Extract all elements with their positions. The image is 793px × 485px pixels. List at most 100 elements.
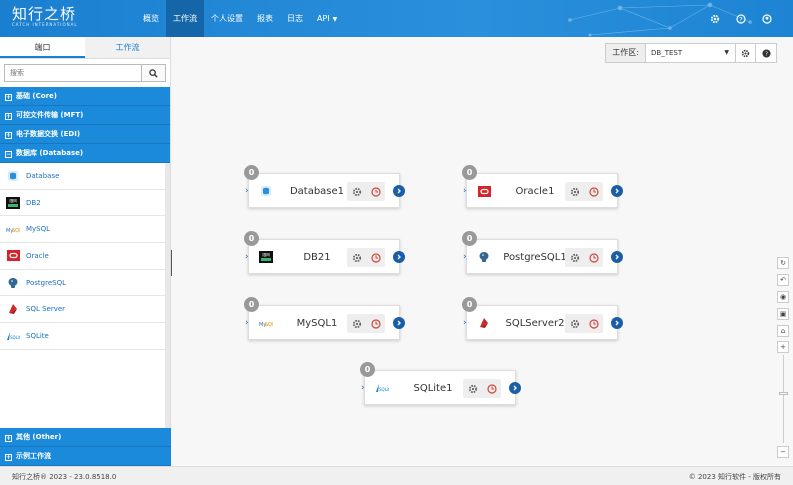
port-item-database[interactable]: Database — [0, 163, 170, 190]
output-arrow-icon[interactable] — [393, 317, 405, 329]
output-arrow-icon[interactable] — [611, 251, 623, 263]
caret-down-icon: ▼ — [332, 16, 338, 23]
group-other[interactable]: + 其他 (Other) — [0, 428, 171, 447]
output-arrow-icon[interactable] — [393, 185, 405, 197]
group-other-label: 其他 (Other) — [16, 433, 62, 441]
group-sample-workflows[interactable]: + 示例工作流 — [0, 447, 171, 466]
port-item-db2[interactable]: IBM DB2 — [0, 190, 170, 217]
workspace-help-button[interactable]: ? — [756, 44, 776, 62]
workflow-node-oracle1[interactable]: 0 › Oracle1 — [462, 165, 623, 208]
gear-icon[interactable] — [570, 319, 580, 329]
logo[interactable]: 知行之桥 CATCH INTERNATIONAL — [12, 4, 78, 27]
collapse-icon: − — [5, 151, 12, 158]
output-arrow-icon[interactable] — [509, 382, 521, 394]
svg-text:IBM: IBM — [9, 198, 17, 203]
group-edi[interactable]: + 电子数据交换 (EDI) — [0, 125, 170, 144]
port-item-postgresql[interactable]: PostgreSQL — [0, 270, 170, 297]
port-item-label: SQL Server — [26, 305, 66, 314]
input-arrow-icon[interactable]: › — [245, 186, 254, 196]
workflow-node-postgresql1[interactable]: 0 › PostgreSQL1 — [462, 231, 623, 274]
gear-icon[interactable] — [352, 253, 362, 263]
logo-subtext: CATCH INTERNATIONAL — [12, 22, 78, 27]
zoom-out-icon[interactable]: − — [777, 446, 789, 458]
output-arrow-icon[interactable] — [611, 317, 623, 329]
gear-icon[interactable] — [570, 187, 580, 197]
port-item-sqlserver[interactable]: SQL Server — [0, 296, 170, 324]
node-actions — [565, 182, 603, 201]
node-title: SQLite1 — [413, 383, 453, 394]
input-arrow-icon[interactable]: › — [361, 383, 370, 393]
workspace-select[interactable]: DB_TEST ▼ — [646, 44, 736, 62]
nav-reports[interactable]: 报表 — [250, 0, 280, 37]
workflow-canvas[interactable]: 工作区: DB_TEST ▼ ? 0 › Database1 0 › Oracl… — [172, 37, 793, 466]
gear-icon — [741, 49, 750, 57]
gear-icon[interactable] — [352, 319, 362, 329]
nav-overview-label: 概览 — [143, 14, 159, 23]
gear-icon[interactable] — [709, 13, 721, 25]
workspace-label: 工作区: — [606, 44, 646, 62]
main-nav: 概览 工作流 个人设置 报表 日志 API ▼ — [136, 0, 344, 37]
nav-settings[interactable]: 个人设置 — [204, 0, 250, 37]
message-count-badge: 0 — [462, 297, 477, 312]
message-count-badge: 0 — [360, 362, 375, 377]
port-item-label: Database — [26, 171, 60, 180]
input-arrow-icon[interactable]: › — [463, 318, 472, 328]
clock-icon[interactable] — [588, 318, 599, 329]
group-database[interactable]: − 数据库 (Database) — [0, 144, 170, 163]
refresh-icon[interactable]: ↻ — [777, 257, 789, 269]
group-core[interactable]: + 基础 (Core) — [0, 87, 170, 106]
gear-icon[interactable] — [352, 187, 362, 197]
nav-workflow[interactable]: 工作流 — [166, 0, 204, 37]
input-arrow-icon[interactable]: › — [463, 252, 472, 262]
svg-text:SQL: SQL — [12, 228, 20, 234]
gear-icon[interactable] — [468, 384, 478, 394]
nav-overview[interactable]: 概览 — [136, 0, 166, 37]
search-button[interactable] — [142, 64, 166, 82]
input-arrow-icon[interactable]: › — [463, 186, 472, 196]
workflow-node-mysql1[interactable]: 0 › MySQL MySQL1 — [244, 297, 405, 340]
group-edi-label: 电子数据交换 (EDI) — [16, 130, 81, 138]
clock-icon[interactable] — [588, 186, 599, 197]
clock-icon[interactable] — [370, 318, 381, 329]
clock-icon[interactable] — [588, 252, 599, 263]
workflow-node-sqlserver2[interactable]: 0 › SQLServer2 — [462, 297, 623, 340]
nav-api[interactable]: API ▼ — [310, 0, 344, 37]
clock-icon[interactable] — [370, 252, 381, 263]
tab-workflows[interactable]: 工作流 — [85, 37, 170, 58]
output-arrow-icon[interactable] — [611, 185, 623, 197]
search-input[interactable] — [4, 64, 142, 82]
node-actions — [565, 248, 603, 267]
footer: 知行之桥® 2023 - 23.0.8518.0 © 2023 知行软件 - 版… — [0, 466, 793, 485]
sidebar-scrollbar[interactable] — [165, 163, 170, 432]
eye-icon[interactable]: ◉ — [777, 291, 789, 303]
search-box — [4, 64, 166, 82]
port-item-sqlite[interactable]: SQLite SQLite — [0, 323, 170, 350]
port-item-mysql[interactable]: MySQL MySQL — [0, 216, 170, 244]
gear-icon[interactable] — [570, 253, 580, 263]
node-title: DB21 — [303, 252, 331, 263]
input-arrow-icon[interactable]: › — [245, 318, 254, 328]
user-icon[interactable] — [761, 13, 773, 25]
svg-text:?: ? — [765, 51, 768, 57]
group-mft[interactable]: + 可控文件传输 (MFT) — [0, 106, 170, 125]
output-arrow-icon[interactable] — [393, 251, 405, 263]
clock-icon[interactable] — [486, 383, 497, 394]
zoom-slider-track[interactable] — [783, 355, 784, 443]
undo-icon[interactable]: ↶ — [777, 274, 789, 286]
zoom-in-icon[interactable]: + — [777, 341, 789, 353]
workflow-node-database1[interactable]: 0 › Database1 — [244, 165, 405, 208]
port-item-oracle[interactable]: Oracle — [0, 243, 170, 270]
home-icon[interactable]: ⌂ — [777, 325, 789, 337]
message-count-badge: 0 — [244, 231, 259, 246]
workflow-node-db21[interactable]: 0 › IBM DB21 — [244, 231, 405, 274]
workflow-node-sqlite1[interactable]: 0 › SQLite SQLite1 — [360, 362, 521, 405]
input-arrow-icon[interactable]: › — [245, 252, 254, 262]
copyright-text: © 2023 知行软件 - 版权所有 — [688, 473, 781, 481]
workspace-settings-button[interactable] — [736, 44, 756, 62]
help-icon[interactable]: ? — [735, 13, 747, 25]
image-icon[interactable]: ▣ — [777, 308, 789, 320]
zoom-slider-handle[interactable] — [779, 392, 788, 395]
clock-icon[interactable] — [370, 186, 381, 197]
nav-logs[interactable]: 日志 — [280, 0, 310, 37]
tab-ports[interactable]: 端口 — [0, 37, 85, 58]
